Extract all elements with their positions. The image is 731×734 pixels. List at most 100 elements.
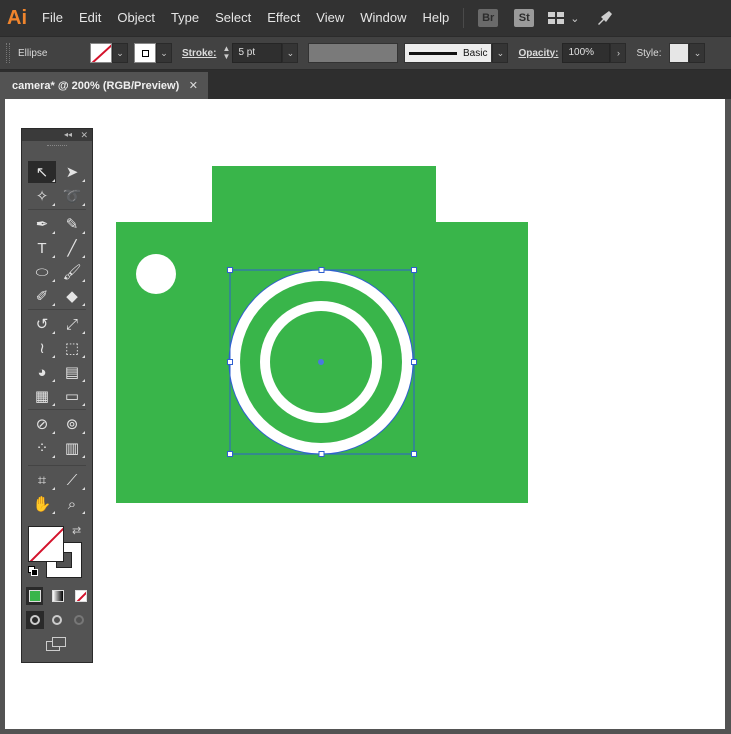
pen-tool[interactable]: ✒ xyxy=(28,213,56,235)
center-point xyxy=(318,359,324,365)
menu-type[interactable]: Type xyxy=(163,0,207,36)
direct-selection-tool[interactable]: ➤ xyxy=(58,161,86,183)
shaper-icon: ✐ xyxy=(35,288,49,305)
width-tool[interactable]: ≀ xyxy=(28,337,56,359)
stroke-label[interactable]: Stroke: xyxy=(182,48,216,59)
opacity-label[interactable]: Opacity: xyxy=(518,48,558,59)
eraser-icon: ◆ xyxy=(66,288,78,305)
magic-wand-tool[interactable]: ✧ xyxy=(28,185,56,207)
fill-swatch[interactable] xyxy=(90,43,112,63)
document-tab-title: camera* @ 200% (RGB/Preview) xyxy=(12,79,180,92)
color-mode-row xyxy=(26,587,90,607)
stroke-swatch[interactable] xyxy=(134,43,156,63)
menu-edit[interactable]: Edit xyxy=(71,0,109,36)
none-mode-icon[interactable] xyxy=(73,587,90,605)
close-icon[interactable]: ✕ xyxy=(189,79,198,92)
shaper-tool[interactable]: ✐ xyxy=(28,285,56,307)
type-tool[interactable]: T xyxy=(28,237,56,259)
brush-stroke-preview xyxy=(409,51,457,55)
symbol-sprayer-tool[interactable]: ⁘ xyxy=(28,437,56,459)
gradient-mode-icon[interactable] xyxy=(49,587,66,605)
eyedropper-tool[interactable]: ⊘ xyxy=(28,413,56,435)
collapse-icon[interactable]: ◂◂ xyxy=(64,129,72,141)
chevron-down-icon: ⌄ xyxy=(116,47,124,58)
draw-inside-icon[interactable] xyxy=(70,611,88,629)
artwork xyxy=(116,166,528,503)
eraser-tool[interactable]: ◆ xyxy=(58,285,86,307)
width-icon: ≀ xyxy=(39,340,45,357)
selection-tool[interactable]: ↖ xyxy=(28,161,56,183)
style-dropdown[interactable]: ⌄ xyxy=(689,43,706,63)
fill-dropdown[interactable]: ⌄ xyxy=(112,43,128,63)
fill-color-box[interactable] xyxy=(28,526,64,562)
artboard-canvas[interactable] xyxy=(5,99,725,729)
swap-fill-stroke-icon[interactable]: ⇄ xyxy=(72,524,81,537)
curvature-tool[interactable]: ✎ xyxy=(58,213,86,235)
control-bar: Ellipse ⌄ ⌄ Stroke: ▲ ▼ 5 pt ⌄ Basic ⌄ Op… xyxy=(0,36,731,70)
artboard-icon: ⌗ xyxy=(37,471,47,489)
perspective-grid-icon: ▤ xyxy=(64,364,80,381)
menu-select[interactable]: Select xyxy=(207,0,259,36)
brush-definition[interactable]: Basic xyxy=(404,43,493,63)
menu-object[interactable]: Object xyxy=(109,0,163,36)
hand-tool[interactable]: ✋ xyxy=(28,493,56,515)
selection-type-label: Ellipse xyxy=(18,47,48,59)
paintbrush-tool[interactable]: 🖌 xyxy=(58,261,86,283)
line-tool[interactable]: ╱ xyxy=(58,237,86,259)
menu-file[interactable]: File xyxy=(34,0,71,36)
column-graph-tool[interactable]: ▥ xyxy=(58,437,86,459)
opacity-field[interactable]: 100% xyxy=(562,43,611,63)
grid-icon xyxy=(548,12,565,24)
menu-view[interactable]: View xyxy=(308,0,352,36)
stroke-weight-dropdown[interactable]: ⌄ xyxy=(282,43,299,63)
mesh-tool[interactable]: ▦ xyxy=(28,385,56,407)
menu-help[interactable]: Help xyxy=(414,0,457,36)
ellipse-tool[interactable]: ⬭ xyxy=(28,261,56,283)
slice-tool[interactable]: ⟋ xyxy=(58,469,86,491)
draw-normal-icon[interactable] xyxy=(26,611,44,629)
zoom-tool[interactable]: ⌕ xyxy=(58,493,86,515)
stroke-weight-field[interactable]: 5 pt xyxy=(232,43,283,63)
document-tab[interactable]: camera* @ 200% (RGB/Preview) ✕ xyxy=(0,72,208,99)
shape-builder-tool[interactable]: ◕ xyxy=(28,361,56,383)
menu-effect[interactable]: Effect xyxy=(259,0,308,36)
close-icon[interactable]: ✕ xyxy=(80,129,88,141)
tools-panel-header[interactable]: ◂◂ ✕ xyxy=(22,129,92,141)
brush-dropdown[interactable]: ⌄ xyxy=(492,43,509,63)
color-mode-icon[interactable] xyxy=(26,587,44,605)
mesh-icon: ▦ xyxy=(34,388,50,405)
app-logo: Ai xyxy=(7,6,27,29)
artboard-tool[interactable]: ⌗ xyxy=(28,469,56,491)
draw-mode-row xyxy=(26,611,90,631)
default-colors-icon[interactable] xyxy=(28,566,38,576)
variable-width-profile[interactable] xyxy=(308,43,399,63)
graphic-style-swatch[interactable] xyxy=(669,43,690,63)
menu-window[interactable]: Window xyxy=(352,0,414,36)
gradient-tool[interactable]: ▭ xyxy=(58,385,86,407)
menu-bar: Ai File Edit Object Type Select Effect V… xyxy=(0,0,731,36)
free-transform-tool[interactable]: ⬚ xyxy=(58,337,86,359)
blend-tool[interactable]: ⊚ xyxy=(58,413,86,435)
draw-behind-icon[interactable] xyxy=(48,611,66,629)
stock-button[interactable]: St xyxy=(514,9,535,27)
screen-mode-icon[interactable] xyxy=(46,637,68,653)
shape-builder-icon: ◕ xyxy=(37,363,47,381)
chevron-down-icon: ⌄ xyxy=(286,47,295,58)
tools-panel-grip[interactable] xyxy=(22,141,92,149)
bridge-button[interactable]: Br xyxy=(478,9,499,27)
lasso-tool[interactable]: ➰ xyxy=(58,185,86,207)
stroke-spinner[interactable]: ▲ ▼ xyxy=(220,43,232,63)
opacity-arrow[interactable]: › xyxy=(610,43,627,63)
arrange-documents-button[interactable]: ⌄ xyxy=(548,12,579,25)
perspective-grid-tool[interactable]: ▤ xyxy=(58,361,86,383)
scale-tool[interactable]: ⤢ xyxy=(58,313,86,335)
rocket-icon[interactable] xyxy=(595,8,615,28)
stroke-dropdown[interactable]: ⌄ xyxy=(156,43,172,63)
illustrator-window: Ai File Edit Object Type Select Effect V… xyxy=(0,0,731,734)
free-transform-icon: ⬚ xyxy=(64,340,80,357)
curvature-icon: ✎ xyxy=(65,216,79,233)
fill-stroke-widget: ⇄ xyxy=(26,524,90,584)
rotate-tool[interactable]: ↺ xyxy=(28,313,56,335)
paintbrush-icon: 🖌 xyxy=(62,264,82,281)
document-tab-bar: camera* @ 200% (RGB/Preview) ✕ xyxy=(0,70,731,99)
